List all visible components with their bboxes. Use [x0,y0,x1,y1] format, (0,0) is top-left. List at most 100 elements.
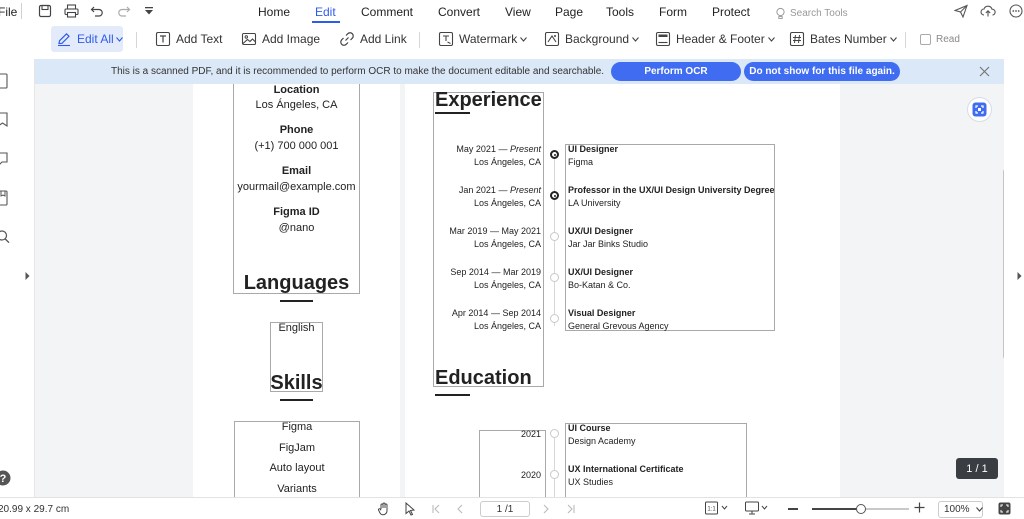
redo-icon[interactable] [117,4,131,18]
bates-number-icon [789,31,805,47]
edit-all-button[interactable]: Edit All [51,26,123,52]
tab-protect[interactable]: Protect [712,5,750,19]
menu-bar: File Home Edit Comment Convert View Page… [0,0,1024,24]
expand-right-panel-icon[interactable] [1017,272,1022,280]
help-icon[interactable]: ? [0,470,11,486]
comment-icon[interactable] [0,151,9,167]
hand-tool-icon[interactable] [377,502,391,516]
skill-item: Variants [277,483,317,495]
add-text-button[interactable]: Add Text [155,26,222,52]
pdf-page-left-column: Location Los Ángeles, CA Phone (+1) 700 … [193,84,400,497]
tab-form[interactable]: Form [659,5,687,19]
page-display-icon[interactable] [745,501,769,515]
experience-title: Professor in the UX/UI Design University… [568,185,775,195]
skills-heading: Skills [270,372,323,394]
zoom-slider-track[interactable] [812,504,909,514]
experience-dates: Apr 2014 — Sep 2014 [435,308,541,318]
fit-page-icon[interactable]: 1:1 [705,501,729,515]
lightbulb-icon [775,7,786,20]
undo-icon[interactable] [90,4,104,18]
zoom-level-select[interactable]: 100% [938,501,983,518]
location-value: Los Ángeles, CA [255,99,338,111]
background-dropdown[interactable]: Background [544,26,639,52]
quick-access-dropdown-icon[interactable] [144,7,154,15]
read-checkbox[interactable] [920,33,931,45]
tab-home[interactable]: Home [258,5,290,19]
skill-item: FigJam [278,442,316,454]
file-menu[interactable]: File [0,5,17,19]
cloud-upload-icon[interactable] [980,4,996,18]
add-link-button[interactable]: Add Link [339,26,407,52]
ai-assistant-button[interactable] [967,97,992,122]
read-mode-toggle[interactable]: Read [920,26,960,52]
timeline-dot [550,314,559,323]
close-icon[interactable] [979,66,990,77]
add-image-button[interactable]: Add Image [241,26,320,52]
watermark-dropdown[interactable]: Watermark [438,26,528,52]
previous-page-icon[interactable] [456,504,464,514]
tab-comment[interactable]: Comment [361,5,413,19]
experience-start-date: May 2021 [456,144,496,154]
tab-tools[interactable]: Tools [606,5,634,19]
zoom-slider-handle[interactable] [855,504,866,514]
experience-title: UI Designer [568,144,619,154]
print-icon[interactable] [64,4,79,18]
timeline-dot [550,191,559,200]
bates-number-dropdown[interactable]: Bates Number [789,26,897,52]
experience-location: Los Ángeles, CA [473,157,541,167]
education-title: UI Course [568,423,611,433]
next-page-icon[interactable] [542,504,550,514]
tab-view[interactable]: View [505,5,531,19]
page-number-input[interactable]: 1 /1 [480,501,530,517]
tab-edit[interactable]: Edit [315,5,336,19]
page-size: 20.99 x 29.7 cm [0,504,70,515]
thumbnails-icon[interactable] [0,73,9,89]
timeline-dot [550,470,559,479]
date-separator: — [495,144,510,154]
timeline-dot [550,273,559,282]
education-years-box[interactable] [479,430,546,497]
location-label: Location [273,84,320,96]
experience-organization: LA University [568,198,621,208]
header-footer-icon [655,31,671,47]
toolbar-divider [905,32,906,48]
first-page-icon[interactable] [431,504,441,514]
expand-left-panel-icon[interactable] [25,272,30,280]
more-options-icon[interactable] [1009,4,1023,18]
status-bar: 20.99 x 29.7 cm 1 /1 1:1 100% [0,497,1024,519]
timeline-dot [550,150,559,159]
experience-dates: Sep 2014 — Mar 2019 [435,267,541,277]
experience-details-box[interactable] [565,144,775,331]
zoom-out-icon[interactable] [788,508,798,510]
right-panel-strip [1004,59,1024,497]
search-tools[interactable]: Search Tools [775,5,885,21]
date-separator: — [488,267,503,277]
experience-organization: General Grevous Agency [568,321,669,331]
add-text-label: Add Text [176,32,223,46]
education-year: 2020 [520,470,541,480]
tab-convert[interactable]: Convert [438,5,480,19]
experience-start-date: Apr 2014 [451,308,489,318]
last-page-icon[interactable] [566,504,576,514]
fullscreen-icon[interactable] [998,502,1011,515]
experience-title: Visual Designer [568,308,636,318]
zoom-in-icon[interactable] [914,502,925,513]
perform-ocr-button[interactable]: Perform OCR [611,62,741,81]
chevron-down-icon [632,36,639,42]
figma-id-label: Figma ID [273,206,320,218]
link-icon [339,31,355,47]
pdf-page-main-column: Experience May 2021 — Present Los Ángeles… [405,84,840,497]
save-icon[interactable] [38,4,52,18]
education-organization: UX Studies [568,477,614,487]
chevron-down-icon [115,36,123,42]
select-tool-icon[interactable] [404,502,416,516]
header-footer-dropdown[interactable]: Header & Footer [655,26,775,52]
tab-page[interactable]: Page [555,5,583,19]
search-icon[interactable] [0,229,11,245]
bookmark-icon[interactable] [0,112,9,128]
send-icon[interactable] [954,4,968,18]
dont-show-again-button[interactable]: Do not show for this file again. [744,62,900,81]
scan-icon [972,102,987,117]
attachment-icon[interactable] [0,190,9,206]
edit-all-label: Edit All [77,32,114,46]
